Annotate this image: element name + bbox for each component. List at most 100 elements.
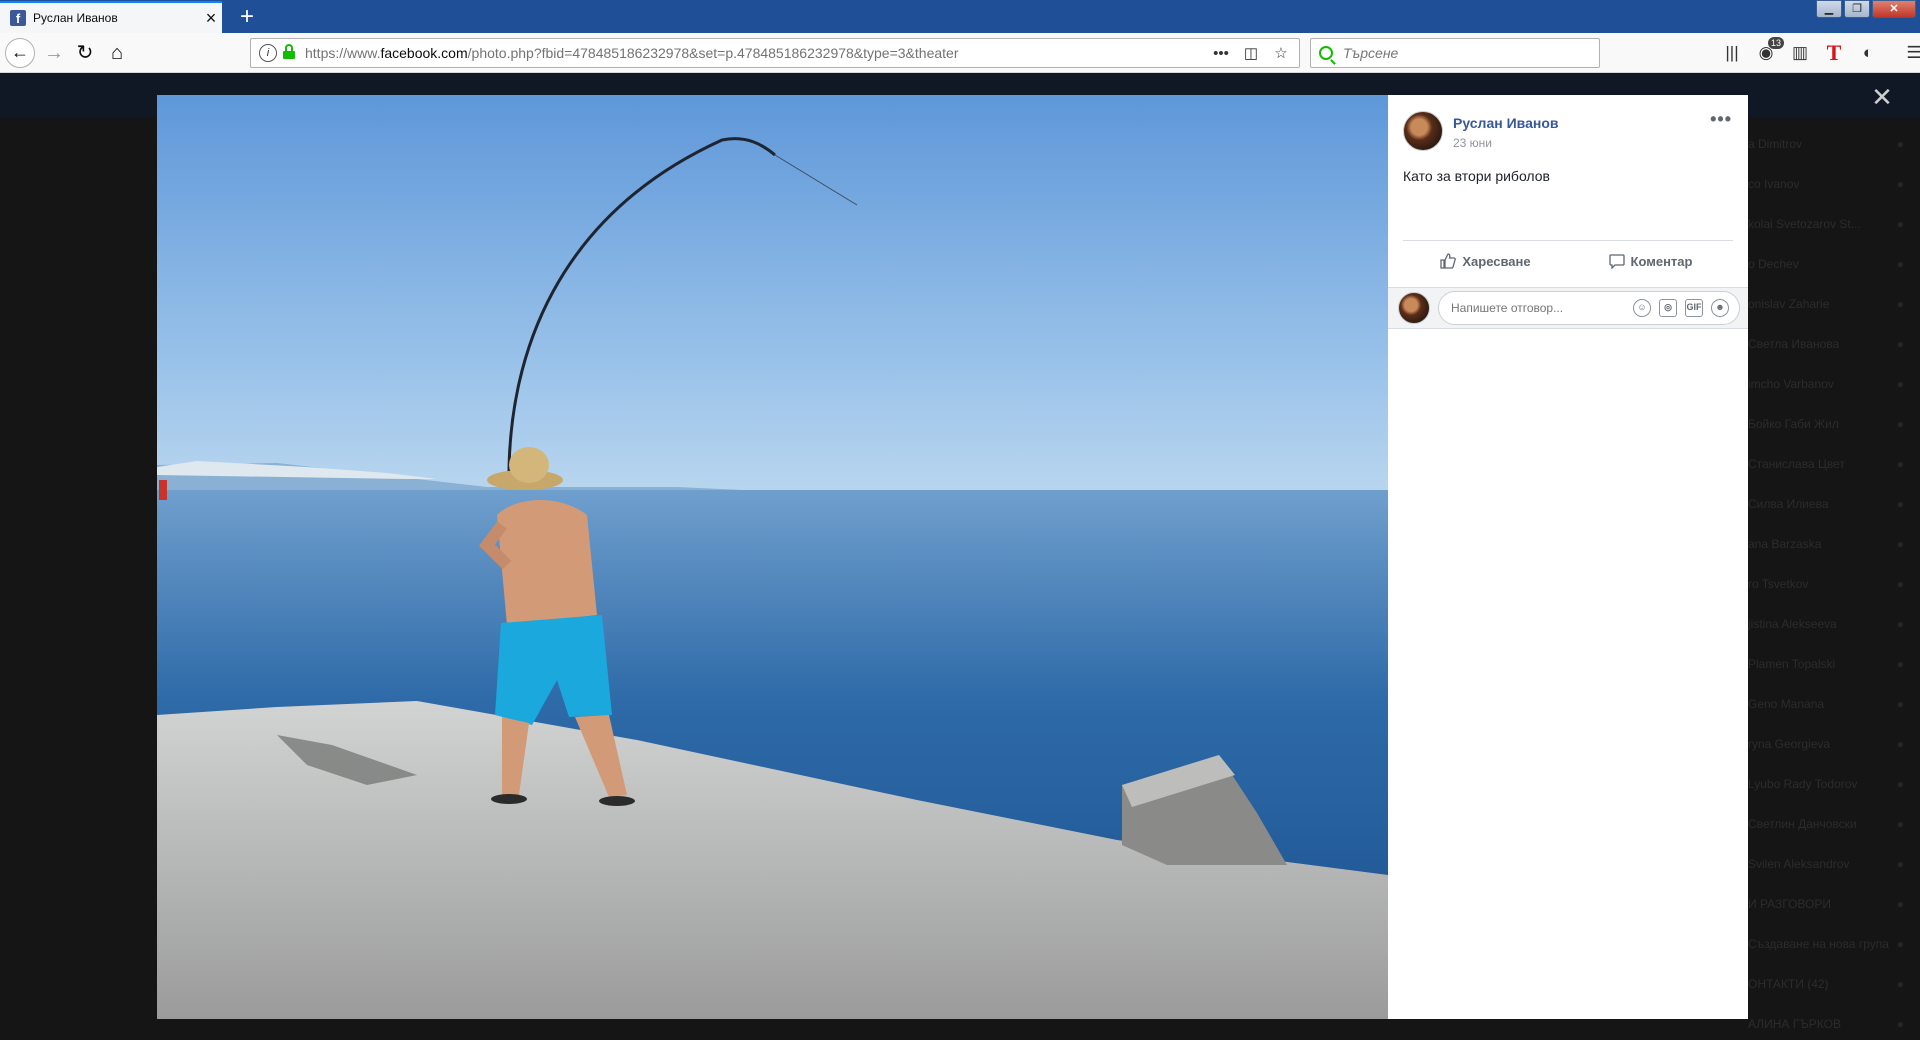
chat-contact-name: ryna Georgieva bbox=[1748, 737, 1831, 751]
chat-contact-item: Силва Илиева ● bbox=[1740, 484, 1920, 524]
comment-box[interactable]: ☺ ◎ GIF ☻ bbox=[1438, 291, 1740, 325]
online-status-icon: ● bbox=[1896, 297, 1904, 311]
chat-contact-name: co Ivanov bbox=[1748, 177, 1800, 191]
chat-contact-item: o Dechev ● bbox=[1740, 244, 1920, 284]
chat-contact-name: o Dechev bbox=[1748, 257, 1799, 271]
chat-contact-item: ro Tsvetkov ● bbox=[1740, 564, 1920, 604]
chat-contact-item: onislav Zaharie ● bbox=[1740, 284, 1920, 324]
online-status-icon: ● bbox=[1896, 817, 1904, 831]
post-date-link[interactable]: 23 юни bbox=[1453, 136, 1558, 150]
comment-input[interactable] bbox=[1451, 301, 1611, 315]
menu-hamburger-icon[interactable]: ☰ bbox=[1902, 39, 1920, 67]
account-icon[interactable]: ◐ bbox=[1856, 39, 1880, 67]
maximize-icon[interactable]: ❐ bbox=[1844, 0, 1870, 18]
viewer-avatar[interactable] bbox=[1398, 292, 1430, 324]
author-avatar[interactable] bbox=[1403, 111, 1443, 151]
chat-contact-item: kolai Svetozarov St... ● bbox=[1740, 204, 1920, 244]
chat-contact-name: Plamen Topalski bbox=[1748, 657, 1836, 671]
emoji-icon[interactable]: ☺ bbox=[1633, 299, 1651, 317]
online-status-icon: ● bbox=[1896, 857, 1904, 871]
home-icon[interactable]: ⌂ bbox=[103, 39, 131, 67]
chat-contact-name: ana Barzaska bbox=[1748, 537, 1822, 551]
search-input[interactable] bbox=[1343, 45, 1593, 61]
chat-contact-name: Lyubo Rady Todorov bbox=[1748, 777, 1858, 791]
page-actions-icon[interactable]: ••• bbox=[1211, 45, 1231, 62]
pocket-icon[interactable]: ◫ bbox=[1241, 44, 1261, 62]
chat-contact-name: a Dimitrov bbox=[1748, 137, 1803, 151]
online-status-icon: ● bbox=[1896, 217, 1904, 231]
man-fishing-on-pier-photo bbox=[157, 95, 1388, 1019]
chat-contact-name: Светла Иванова bbox=[1748, 337, 1840, 351]
chat-contact-item: Plamen Topalski ● bbox=[1740, 644, 1920, 684]
comment-button[interactable]: Коментар bbox=[1568, 245, 1733, 277]
chat-contact-name: Светлин Данчовски bbox=[1748, 817, 1857, 831]
post-header: Руслан Иванов 23 юни bbox=[1403, 111, 1558, 151]
facebook-favicon-icon: f bbox=[10, 10, 26, 26]
post-side-panel: Руслан Иванов 23 юни ••• Като за втори р… bbox=[1388, 95, 1748, 1019]
search-bar[interactable] bbox=[1310, 38, 1600, 68]
online-status-icon: ● bbox=[1896, 377, 1904, 391]
online-status-icon: ● bbox=[1896, 417, 1904, 431]
online-status-icon: ● bbox=[1896, 577, 1904, 591]
chat-contact-name: Svilen Aleksandrov bbox=[1748, 857, 1850, 871]
post-options-icon[interactable]: ••• bbox=[1710, 109, 1732, 130]
chat-contact-name: jistina Alekseeva bbox=[1748, 617, 1837, 631]
window-titlebar: f Руслан Иванов × + ▁ ❐ ✕ bbox=[0, 0, 1920, 33]
toolbar-extensions: ||| ◉ 13 ▥ T ◐ ☰ bbox=[1720, 37, 1920, 67]
author-name-link[interactable]: Руслан Иванов bbox=[1453, 115, 1558, 131]
post-actions: Харесване Коментар bbox=[1403, 245, 1733, 277]
forward-arrow-icon[interactable]: → bbox=[40, 39, 68, 67]
online-status-icon: ● bbox=[1896, 177, 1904, 191]
like-button[interactable]: Харесване bbox=[1403, 245, 1568, 277]
chat-contact-item: jistina Alekseeva ● bbox=[1740, 604, 1920, 644]
browser-tab-active[interactable]: f Руслан Иванов × bbox=[0, 1, 222, 33]
gif-icon[interactable]: GIF bbox=[1685, 299, 1703, 317]
chat-contact-name: ro Tsvetkov bbox=[1748, 577, 1809, 591]
online-status-icon: ● bbox=[1896, 257, 1904, 271]
bookmark-star-icon[interactable]: ☆ bbox=[1271, 44, 1291, 62]
chat-contact-item: Svilen Aleksandrov ● bbox=[1740, 844, 1920, 884]
notification-badge: 13 bbox=[1767, 37, 1784, 49]
online-status-icon: ● bbox=[1896, 537, 1904, 551]
chat-contact-item: ana Barzaska ● bbox=[1740, 524, 1920, 564]
new-tab-button[interactable]: + bbox=[232, 2, 262, 32]
online-status-icon: ● bbox=[1896, 777, 1904, 791]
site-info-icon[interactable]: i bbox=[259, 44, 277, 62]
close-icon[interactable]: ✕ bbox=[1872, 0, 1916, 18]
close-theater-icon[interactable]: ✕ bbox=[1868, 83, 1896, 111]
chat-contact-item: Станислава Цвет ● bbox=[1740, 444, 1920, 484]
comment-label: Коментар bbox=[1630, 253, 1693, 269]
address-bar[interactable]: i https://www.facebook.com/photo.php?fbi… bbox=[250, 38, 1300, 68]
url-text[interactable]: https://www.facebook.com/photo.php?fbid=… bbox=[305, 45, 1211, 61]
translate-extension-icon[interactable]: T bbox=[1822, 39, 1846, 67]
secure-lock-icon[interactable] bbox=[283, 44, 295, 59]
extension-notifications-icon[interactable]: ◉ 13 bbox=[1754, 37, 1784, 67]
divider bbox=[1403, 240, 1733, 241]
library-icon[interactable]: ||| bbox=[1720, 39, 1744, 67]
reload-icon[interactable]: ↻ bbox=[71, 39, 99, 67]
chat-contact-name: ОНТАКТИ (42) bbox=[1748, 977, 1829, 991]
camera-icon[interactable]: ◎ bbox=[1659, 299, 1677, 317]
tab-title: Руслан Иванов bbox=[33, 11, 118, 25]
chat-contact-name: Силва Илиева bbox=[1748, 497, 1829, 511]
chat-contact-name: Станислава Цвет bbox=[1748, 457, 1845, 471]
back-arrow-icon[interactable]: ← bbox=[5, 38, 35, 68]
online-status-icon: ● bbox=[1896, 337, 1904, 351]
chat-contact-item: co Ivanov ● bbox=[1740, 164, 1920, 204]
chat-contact-item: АЛИНА ГЪРКОВ ● bbox=[1740, 1004, 1920, 1040]
search-engine-icon[interactable] bbox=[1319, 46, 1333, 60]
tab-close-icon[interactable]: × bbox=[200, 8, 222, 29]
chat-contact-item: Бойко Габи Жил ● bbox=[1740, 404, 1920, 444]
chat-contact-item: Светла Иванова ● bbox=[1740, 324, 1920, 364]
online-status-icon: ● bbox=[1896, 897, 1904, 911]
minimize-icon[interactable]: ▁ bbox=[1816, 0, 1842, 18]
like-label: Харесване bbox=[1462, 253, 1531, 269]
online-status-icon: ● bbox=[1896, 497, 1904, 511]
chat-contact-name: Geno Manana bbox=[1748, 697, 1825, 711]
sidebar-icon[interactable]: ▥ bbox=[1788, 39, 1812, 67]
comment-composer: ☺ ◎ GIF ☻ bbox=[1388, 287, 1748, 329]
online-status-icon: ● bbox=[1896, 617, 1904, 631]
photo-viewer[interactable] bbox=[157, 95, 1388, 1019]
chat-contact-item: ryna Georgieva ● bbox=[1740, 724, 1920, 764]
sticker-icon[interactable]: ☻ bbox=[1711, 299, 1729, 317]
